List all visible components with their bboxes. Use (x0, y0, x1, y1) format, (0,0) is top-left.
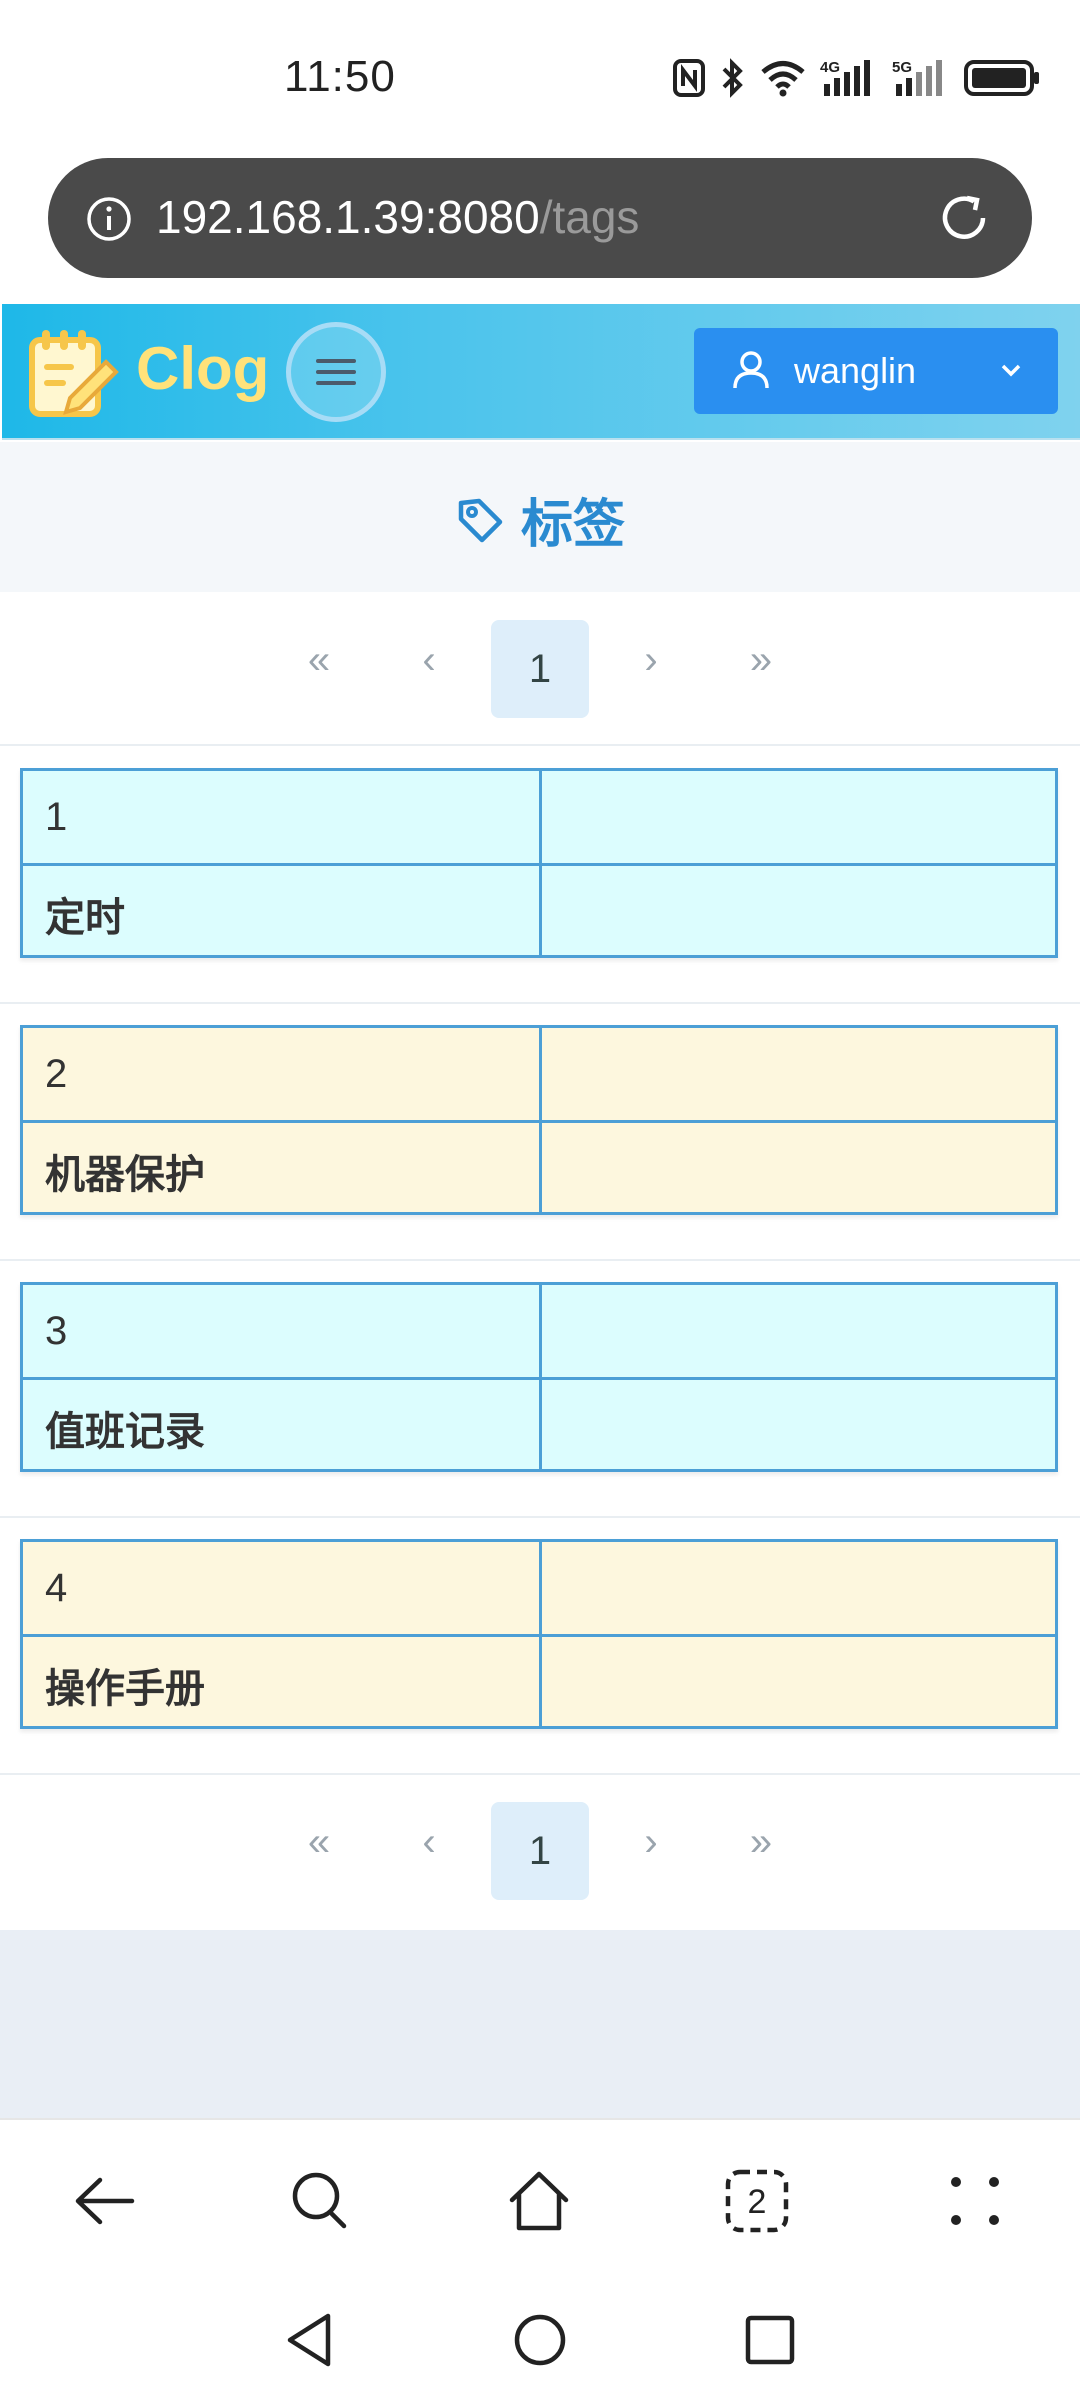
wifi-icon (761, 61, 805, 97)
reload-icon[interactable] (934, 188, 994, 248)
next-page-button[interactable]: › (616, 620, 686, 700)
4g-label: 4G (820, 59, 840, 76)
tag-id: 1 (45, 795, 68, 839)
page-title: 标签 (0, 482, 1080, 557)
next-page-button[interactable]: › (616, 1802, 686, 1882)
last-page-button[interactable]: » (726, 620, 796, 700)
tag-icon (458, 498, 503, 542)
page-title-text: 标签 (520, 496, 625, 554)
tag-card[interactable]: 4 操作手册 (20, 1539, 1058, 1729)
browser-toolbar: 2 (0, 2118, 1080, 2280)
user-icon (733, 351, 769, 389)
tag-card[interactable]: 3 值班记录 (20, 1282, 1058, 1472)
user-dropdown-button[interactable]: wanglin (694, 328, 1058, 414)
tag-id: 2 (45, 1052, 68, 1096)
page-1-button[interactable]: 1 (491, 1802, 589, 1900)
tag-id: 4 (45, 1566, 68, 1610)
pagination-top: « ‹ 1 › » (0, 592, 1080, 718)
prev-page-button[interactable]: ‹ (394, 620, 464, 700)
tag-id: 3 (45, 1309, 68, 1353)
info-icon[interactable] (86, 196, 132, 242)
hamburger-icon (316, 359, 356, 385)
url-text[interactable]: 192.168.1.39:8080/tags (156, 190, 639, 244)
4g-signal-icon: 4G (820, 59, 870, 96)
first-page-button[interactable]: « (284, 1802, 354, 1882)
prev-page-button[interactable]: ‹ (394, 1802, 464, 1882)
page-background (0, 1930, 1080, 2118)
app-header: Clog wanglin (2, 304, 1080, 440)
search-icon[interactable] (286, 2166, 356, 2236)
page-1-button[interactable]: 1 (491, 620, 589, 718)
pagination-bottom: « ‹ 1 › » (0, 1774, 1080, 1900)
battery-icon (964, 60, 1039, 96)
user-name: wanglin (794, 350, 917, 391)
home-circle-icon[interactable] (512, 2310, 568, 2370)
system-nav-bar (0, 2280, 1080, 2400)
url-host: 192.168.1.39:8080 (156, 191, 540, 243)
card-divider (23, 1634, 1055, 1637)
recents-square-icon[interactable] (742, 2310, 798, 2370)
tag-card[interactable]: 2 机器保护 (20, 1025, 1058, 1215)
divider (0, 1002, 1080, 1004)
bluetooth-icon (722, 58, 743, 98)
app-name[interactable]: Clog (136, 334, 269, 403)
last-page-button[interactable]: » (726, 1802, 796, 1882)
tag-name[interactable]: 值班记录 (45, 1399, 205, 1457)
5g-signal-icon: 5G (892, 59, 942, 96)
first-page-button[interactable]: « (284, 620, 354, 700)
divider (0, 744, 1080, 746)
divider (0, 1259, 1080, 1261)
back-triangle-icon[interactable] (282, 2310, 338, 2370)
menu-button[interactable] (286, 322, 386, 422)
tag-card[interactable]: 1 定时 (20, 768, 1058, 958)
card-divider (23, 1377, 1055, 1380)
divider (0, 1516, 1080, 1518)
url-path: /tags (539, 191, 640, 243)
5g-label: 5G (892, 59, 912, 76)
tabs-icon[interactable]: 2 (722, 2166, 792, 2236)
notepad-pencil-icon[interactable] (24, 324, 120, 420)
chevron-down-icon (1001, 364, 1021, 377)
status-time: 11:50 (284, 52, 396, 101)
home-icon[interactable] (504, 2166, 574, 2236)
tag-name[interactable]: 机器保护 (45, 1142, 205, 1200)
more-icon[interactable] (940, 2166, 1010, 2236)
card-divider (23, 863, 1055, 866)
tabs-count: 2 (748, 2183, 767, 2221)
tags-list: « ‹ 1 › » 1 定时 2 机器保护 3 值班记录 4 操作手册 « ‹ … (0, 592, 1080, 1928)
status-bar: 11:50 4G 5G (0, 0, 1080, 150)
tag-name[interactable]: 操作手册 (45, 1656, 205, 1714)
title-band: 标签 (0, 442, 1080, 592)
status-icons: 4G 5G (672, 56, 1040, 100)
card-divider (23, 1120, 1055, 1123)
nfc-icon (673, 59, 705, 97)
tag-name[interactable]: 定时 (45, 885, 125, 943)
url-bar[interactable]: 192.168.1.39:8080/tags (48, 158, 1032, 278)
back-icon[interactable] (70, 2166, 140, 2236)
